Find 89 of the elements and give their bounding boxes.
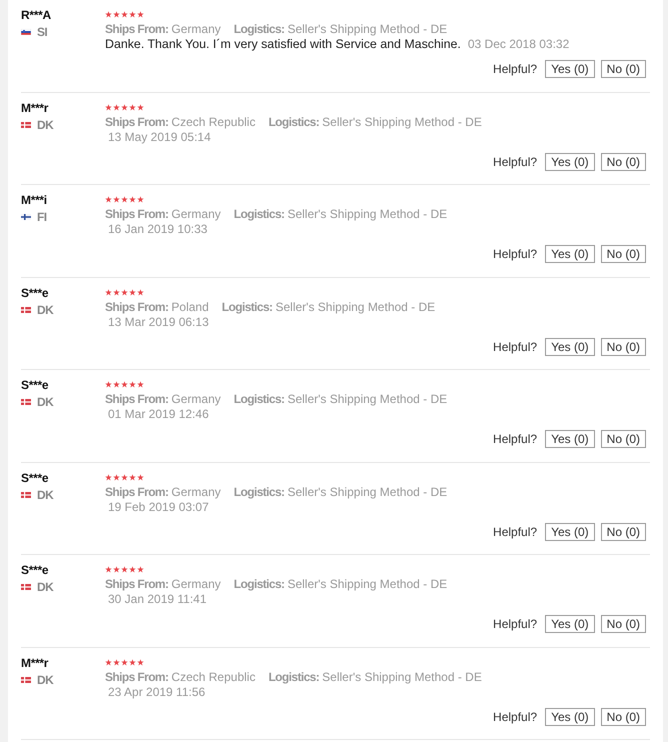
country-code: DK: [37, 118, 54, 132]
ships-from-value: Poland: [171, 300, 209, 314]
ships-from-label: Ships From:: [105, 114, 168, 130]
review-date: 30 Jan 2019 11:41: [108, 592, 207, 607]
ships-from-label: Ships From:: [105, 670, 168, 684]
country-code: SI: [37, 25, 48, 39]
reviewer-name: M***i: [21, 193, 47, 207]
logistics-label: Logistics:: [234, 22, 284, 37]
no-button[interactable]: No (0): [600, 522, 646, 540]
reviewer-name: S***e: [21, 470, 48, 484]
ships-from-value: Germany: [171, 392, 221, 407]
flag-icon: [21, 492, 31, 498]
no-button[interactable]: No (0): [600, 245, 646, 263]
helpful-label: Helpful?: [493, 62, 538, 76]
ships-from-label: Ships From:: [105, 300, 168, 314]
review-text: Danke. Thank You. I´m very satisfied with Service and Maschine.: [105, 37, 461, 52]
country-code: DK: [37, 488, 54, 502]
country-code: FI: [37, 210, 46, 224]
ships-from-label: Ships From:: [105, 484, 168, 500]
review-date: 03 Dec 2018 03:32: [468, 37, 570, 52]
reviewer-name: M***r: [21, 100, 48, 114]
logistics-value: Seller's Shipping Method - DE: [275, 300, 436, 314]
logistics-value: Seller's Shipping Method - DE: [287, 577, 448, 592]
yes-button[interactable]: Yes (0): [545, 708, 595, 726]
flag-icon: [21, 306, 31, 312]
ships-from-value: Germany: [171, 207, 221, 222]
flag-icon: [21, 214, 31, 220]
logistics-label: Logistics:: [222, 300, 272, 314]
review-date: 13 May 2019 05:14: [108, 130, 211, 144]
flag-icon: [21, 676, 31, 682]
ships-from-value: Czech Republic: [171, 114, 256, 130]
reviewer-name: R***A: [21, 8, 51, 22]
logistics-value: Seller's Shipping Method - DE: [287, 207, 448, 222]
no-button[interactable]: No (0): [600, 152, 646, 170]
country-code: DK: [37, 580, 54, 594]
country-code: DK: [37, 302, 54, 316]
helpful-label: Helpful?: [493, 432, 538, 446]
yes-button[interactable]: Yes (0): [545, 430, 595, 448]
no-button[interactable]: No (0): [600, 615, 646, 633]
logistics-label: Logistics:: [234, 484, 284, 500]
country-code: DK: [37, 395, 54, 409]
helpful-label: Helpful?: [493, 340, 538, 354]
no-button[interactable]: No (0): [600, 708, 646, 726]
logistics-value: Seller's Shipping Method - DE: [322, 670, 482, 684]
review-date: 16 Jan 2019 10:33: [108, 222, 208, 237]
review-date: 23 Apr 2019 11:56: [108, 684, 206, 700]
no-button[interactable]: No (0): [600, 60, 646, 78]
logistics-label: Logistics:: [234, 577, 284, 592]
yes-button[interactable]: Yes (0): [545, 338, 595, 356]
reviewer-name: S***e: [21, 286, 48, 300]
ships-from-value: Germany: [171, 484, 221, 500]
ships-from-value: Germany: [171, 22, 221, 37]
logistics-label: Logistics:: [268, 670, 320, 684]
flag-icon: [21, 29, 31, 35]
reviewer-name: S***e: [21, 378, 48, 392]
country-code: DK: [37, 672, 54, 686]
ships-from-label: Ships From:: [105, 577, 168, 592]
flag-icon: [21, 584, 31, 590]
helpful-label: Helpful?: [493, 710, 538, 724]
no-button[interactable]: No (0): [600, 338, 646, 356]
ships-from-value: Czech Republic: [171, 670, 256, 684]
yes-button[interactable]: Yes (0): [545, 522, 595, 540]
helpful-label: Helpful?: [493, 524, 538, 538]
logistics-label: Logistics:: [234, 207, 284, 222]
logistics-value: Seller's Shipping Method - DE: [287, 392, 448, 407]
reviewer-name: M***r: [21, 656, 48, 670]
logistics-label: Logistics:: [234, 392, 284, 407]
yes-button[interactable]: Yes (0): [545, 60, 595, 78]
logistics-label: Logistics:: [268, 114, 320, 130]
helpful-label: Helpful?: [493, 154, 538, 168]
reviewer-name: S***e: [21, 563, 48, 577]
ships-from-label: Ships From:: [105, 22, 168, 37]
helpful-label: Helpful?: [493, 247, 538, 261]
logistics-value: Seller's Shipping Method - DE: [287, 22, 448, 37]
yes-button[interactable]: Yes (0): [545, 245, 595, 263]
no-button[interactable]: No (0): [600, 430, 646, 448]
logistics-value: Seller's Shipping Method - DE: [287, 484, 448, 500]
yes-button[interactable]: Yes (0): [545, 615, 595, 633]
ships-from-label: Ships From:: [105, 207, 168, 222]
logistics-value: Seller's Shipping Method - DE: [322, 114, 482, 130]
review-date: 19 Feb 2019 03:07: [108, 500, 209, 514]
yes-button[interactable]: Yes (0): [545, 152, 595, 170]
helpful-label: Helpful?: [493, 617, 538, 631]
review-date: 13 Mar 2019 06:13: [108, 314, 209, 330]
flag-icon: [21, 122, 31, 128]
flag-icon: [21, 399, 31, 405]
ships-from-label: Ships From:: [105, 392, 168, 407]
ships-from-value: Germany: [171, 577, 221, 592]
review-date: 01 Mar 2019 12:46: [108, 407, 209, 422]
